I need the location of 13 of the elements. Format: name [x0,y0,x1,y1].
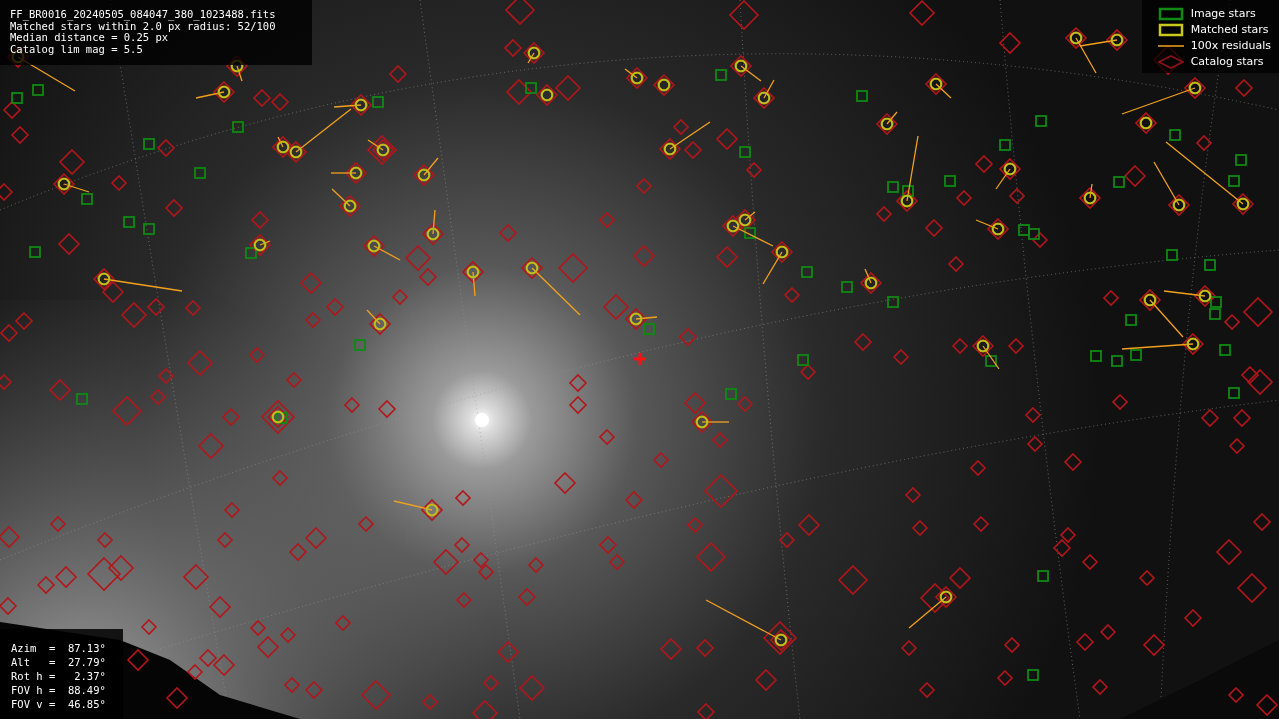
info-text: Catalog lim mag = 5.5 [10,43,143,55]
camera-parameter: FOV v = 46.85° [11,697,106,711]
legend-label: 100x residuals [1190,39,1271,52]
legend-label: Catalog stars [1190,55,1264,68]
camera-parameter: Azim = 87.13° [11,641,106,655]
camera-parameter: Rot h = 2.37° [11,669,106,683]
camera-parameter: FOV h = 88.49° [11,683,106,697]
info-text: FF_BR0016_20240505_084047_380_1023488.fits [10,9,276,21]
legend-label: Matched stars [1190,23,1269,36]
camera-parameter: Alt = 27.79° [11,655,106,669]
info-text: Matched stars within 2.0 px radius: 52/100 [10,20,276,32]
legend-label: Image stars [1190,7,1256,20]
info-text: Median distance = 0.25 px [10,32,169,44]
